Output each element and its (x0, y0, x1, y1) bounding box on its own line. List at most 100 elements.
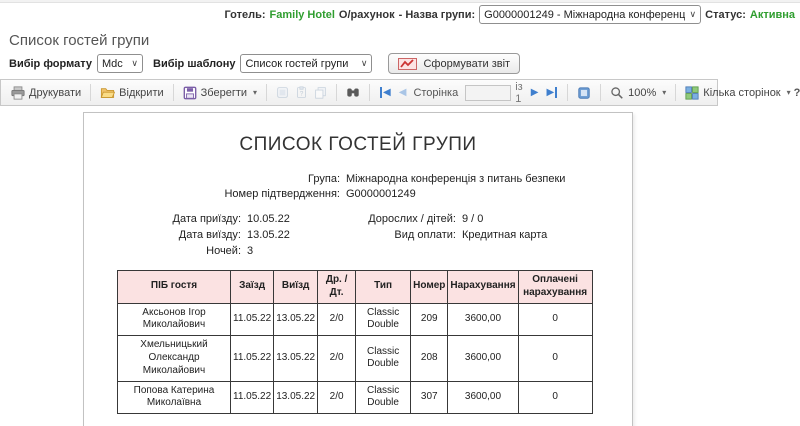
payment-label: Вид оплати: (353, 230, 456, 241)
first-page-icon: ◀ (380, 87, 391, 98)
save-label: Зберегти (201, 87, 247, 99)
table-cell: 3600,00 (448, 381, 518, 414)
table-cell: 3600,00 (448, 303, 518, 336)
table-cell: Аксьонов Ігор Миколайович (118, 303, 231, 336)
table-cell: 0 (518, 303, 592, 336)
page-title: Список гостей групи (9, 32, 800, 49)
group-label: - Назва групи: (399, 9, 476, 21)
open-label: Відкрити (119, 87, 163, 99)
toolbar-separator (336, 84, 337, 101)
save-button[interactable]: Зберегти ▾ (180, 84, 260, 102)
pages-mode-control[interactable]: Кілька сторінок ▾ (682, 84, 793, 102)
format-select[interactable]: Mdc ∨ (97, 54, 143, 73)
svg-text:?: ? (300, 90, 304, 97)
table-cell: 13.05.22 (274, 336, 318, 381)
report-page: СПИСОК ГОСТЕЙ ГРУПИ Група: Міжнародна ко… (83, 112, 633, 426)
report-canvas: СПИСОК ГОСТЕЙ ГРУПИ Група: Міжнародна ко… (0, 112, 800, 426)
report-group-value: Міжнародна конференція з питань безпеки (340, 172, 565, 187)
find-button[interactable] (343, 84, 363, 101)
help-button[interactable]: ? (794, 87, 800, 99)
generate-report-label: Сформувати звіт (423, 58, 510, 70)
previous-page-button[interactable]: ◀ (395, 85, 411, 100)
generate-report-button[interactable]: Сформувати звіт (388, 53, 520, 74)
table-row: Аксьонов Ігор Миколайович11.05.2213.05.2… (118, 303, 593, 336)
full-page-button[interactable] (574, 84, 594, 102)
format-label: Вибір формату (9, 58, 92, 70)
floppy-save-icon (183, 86, 197, 100)
chevron-down-icon: ∨ (361, 58, 368, 69)
next-page-button[interactable]: ▶ (527, 85, 543, 100)
chart-icon (398, 58, 417, 70)
table-cell: 11.05.22 (231, 381, 274, 414)
page-number-input[interactable] (465, 85, 511, 101)
status-badge: Активна (750, 9, 795, 21)
report-controls: Вибір формату Mdc ∨ Вибір шаблону Список… (0, 52, 800, 79)
full-page-icon (577, 86, 591, 100)
table-row: Хмельницький Олександр Миколайович11.05.… (118, 336, 593, 381)
confirmation-label: Номер підтвердження: (84, 187, 340, 202)
adults-label: Дорослих / дітей: (353, 214, 456, 225)
zoom-control[interactable]: 100% ▾ (607, 84, 669, 102)
print-button[interactable]: Друкувати (8, 84, 84, 102)
report-title: СПИСОК ГОСТЕЙ ГРУПИ (84, 113, 632, 156)
column-header: Тип (356, 271, 411, 304)
arrival-label: Дата приїзду: (84, 214, 241, 225)
printer-icon (11, 86, 25, 100)
app-window: Готель: Family Hotel О/рахунок - Назва г… (0, 0, 800, 426)
table-cell: 13.05.22 (274, 381, 318, 414)
report-info-grid: Дата приїзду: 10.05.22 Дорослих / дітей:… (84, 214, 632, 257)
table-header-row: ПІБ гостяЗаїздВиїздДр. / Дт.ТипНомерНара… (118, 271, 593, 304)
hotel-label: Готель: (224, 9, 265, 21)
caret-down-icon: ▾ (253, 88, 257, 97)
table-cell: 2/0 (318, 336, 356, 381)
column-header: Нарахування (448, 271, 518, 304)
page-of-label: із 1 (515, 81, 523, 105)
format-select-value: Mdc (102, 58, 123, 70)
caret-down-icon: ▾ (787, 88, 791, 97)
column-header: Виїзд (274, 271, 318, 304)
table-cell: Classic Double (356, 303, 411, 336)
table-cell: 2/0 (318, 303, 356, 336)
column-header: Номер (411, 271, 448, 304)
arrival-value: 10.05.22 (241, 214, 353, 225)
viewer-toolbar: Друкувати Відкрити Зберегти ▾ ? (0, 79, 718, 106)
toolbar-separator (675, 84, 676, 101)
template-select[interactable]: Список гостей групи ∨ (240, 54, 372, 73)
table-row: Попова Катерина Миколаївна11.05.2213.05.… (118, 381, 593, 414)
account-text: О/рахунок (339, 9, 395, 21)
nights-label: Ночей: (84, 246, 241, 257)
status-label: Статус: (705, 9, 746, 21)
report-group-row: Група: Міжнародна конференція з питань б… (84, 172, 632, 187)
page-label: Сторінка (413, 87, 458, 99)
column-header: Оплачені нарахування (518, 271, 592, 304)
confirmation-value: G0000001249 (340, 187, 416, 202)
next-page-icon: ▶ (531, 87, 539, 98)
departure-label: Дата виїзду: (84, 230, 241, 241)
report-group-label: Група: (84, 172, 340, 187)
caret-down-icon: ▾ (662, 88, 666, 97)
magnifier-icon (610, 86, 624, 100)
group-select[interactable]: G0000001249 - Міжнародна конференція з п… (479, 5, 701, 24)
page-setup-button[interactable] (273, 84, 292, 101)
first-page-button[interactable]: ◀ (376, 85, 395, 100)
copy-pages-button[interactable] (311, 84, 330, 101)
table-cell: 3600,00 (448, 336, 518, 381)
table-cell: 307 (411, 381, 448, 414)
template-label: Вибір шаблону (153, 58, 235, 70)
toolbar-separator (600, 84, 601, 101)
previous-page-icon: ◀ (399, 87, 407, 98)
binoculars-icon (346, 86, 360, 99)
table-cell: 11.05.22 (231, 303, 274, 336)
toolbar-separator (567, 84, 568, 101)
last-page-button[interactable]: ▶ (542, 85, 561, 100)
chevron-down-icon: ∨ (690, 9, 697, 20)
parameters-button[interactable]: ? (292, 84, 311, 101)
toolbar-separator (90, 84, 91, 101)
payment-value: Кредитная карта (456, 230, 632, 241)
clipboard-icon: ? (295, 86, 308, 99)
table-cell: 209 (411, 303, 448, 336)
toolbar-separator (173, 84, 174, 101)
open-button[interactable]: Відкрити (97, 84, 166, 102)
table-cell: Попова Катерина Миколаївна (118, 381, 231, 414)
report-confirmation-row: Номер підтвердження: G0000001249 (84, 187, 632, 202)
